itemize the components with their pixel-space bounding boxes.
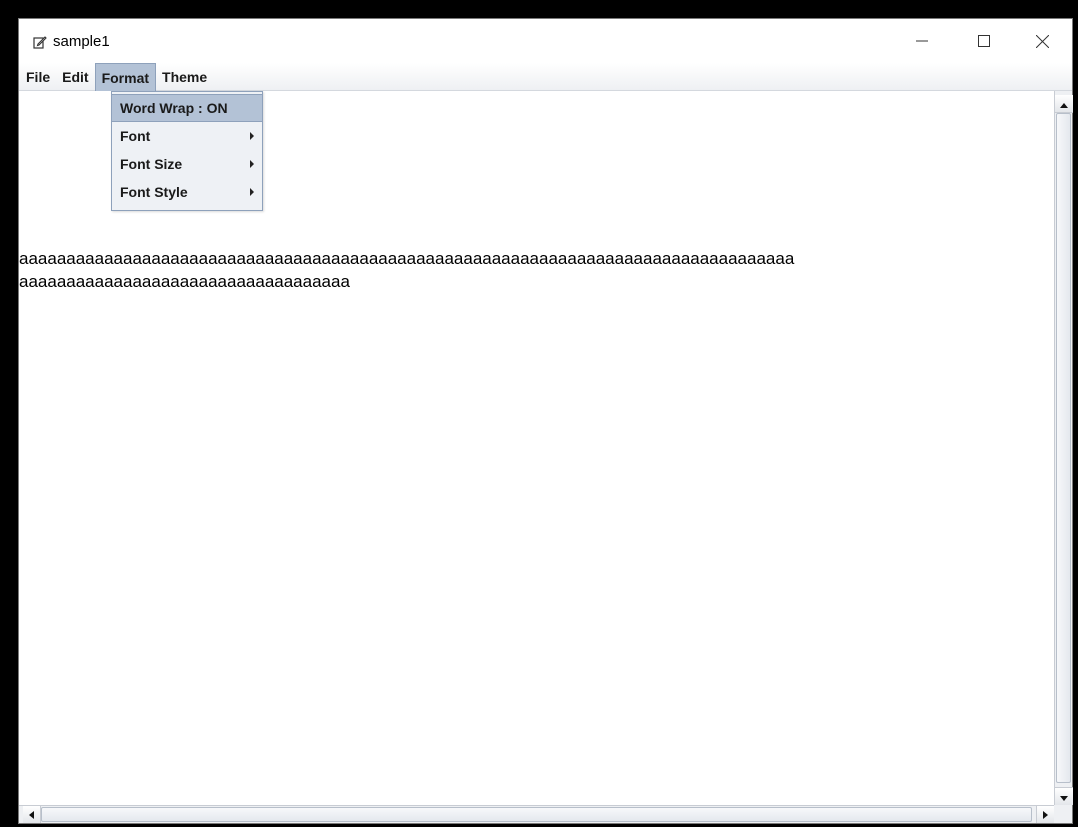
menu-item-word-wrap[interactable]: Word Wrap : ON <box>112 94 262 122</box>
menu-item-font-size[interactable]: Font Size <box>112 150 262 178</box>
app-window: sample1 File Edit Format Theme aaaaaaaaa… <box>18 18 1073 824</box>
menu-item-font[interactable]: Font <box>112 122 262 150</box>
menu-file[interactable]: File <box>19 63 56 91</box>
menu-item-label: Font <box>120 128 151 144</box>
menu-edit[interactable]: Edit <box>56 63 94 91</box>
maximize-button[interactable] <box>954 19 1014 63</box>
menu-bar: File Edit Format Theme <box>19 62 1072 91</box>
editor-line: aaaaaaaaaaaaaaaaaaaaaaaaaaaaaaaaaaaaaaaa… <box>19 249 795 268</box>
arrow-left-icon <box>29 806 34 824</box>
horizontal-scrollbar[interactable] <box>19 805 1054 823</box>
arrow-right-icon <box>1043 806 1048 824</box>
scroll-right-button[interactable] <box>1036 806 1054 823</box>
minimize-icon <box>916 35 928 47</box>
editor-line: aaaaaaaaaaaaaaaaaaaaaaaaaaaaaaaaaaa <box>19 272 350 291</box>
scroll-down-button[interactable] <box>1055 787 1073 805</box>
submenu-arrow-icon <box>250 160 254 168</box>
vertical-scrollbar[interactable] <box>1054 91 1073 805</box>
menu-item-label: Font Style <box>120 184 188 200</box>
editor-content[interactable]: aaaaaaaaaaaaaaaaaaaaaaaaaaaaaaaaaaaaaaaa… <box>19 247 794 293</box>
arrow-up-icon <box>1060 95 1068 113</box>
submenu-arrow-icon <box>250 132 254 140</box>
menu-item-font-style[interactable]: Font Style <box>112 178 262 206</box>
minimize-button[interactable] <box>892 19 952 63</box>
scroll-up-button[interactable] <box>1055 95 1073 113</box>
format-dropdown-menu: Word Wrap : ON Font Font Size Font Style <box>111 91 263 211</box>
submenu-arrow-icon <box>250 188 254 196</box>
menu-item-label: Font Size <box>120 156 183 172</box>
edit-icon <box>33 35 47 49</box>
horizontal-scroll-thumb[interactable] <box>41 807 1032 822</box>
menu-theme[interactable]: Theme <box>156 63 213 91</box>
scrollbar-corner <box>1054 805 1072 823</box>
window-title: sample1 <box>53 33 110 50</box>
arrow-down-icon <box>1060 788 1068 806</box>
title-bar[interactable]: sample1 <box>19 19 1072 63</box>
close-button[interactable] <box>1012 19 1072 63</box>
menu-item-label: Word Wrap : ON <box>120 100 228 116</box>
menu-format[interactable]: Format <box>94 62 157 91</box>
scroll-left-button[interactable] <box>23 806 41 823</box>
close-icon <box>1035 34 1049 48</box>
maximize-icon <box>978 35 990 47</box>
vertical-scroll-thumb[interactable] <box>1056 113 1071 783</box>
